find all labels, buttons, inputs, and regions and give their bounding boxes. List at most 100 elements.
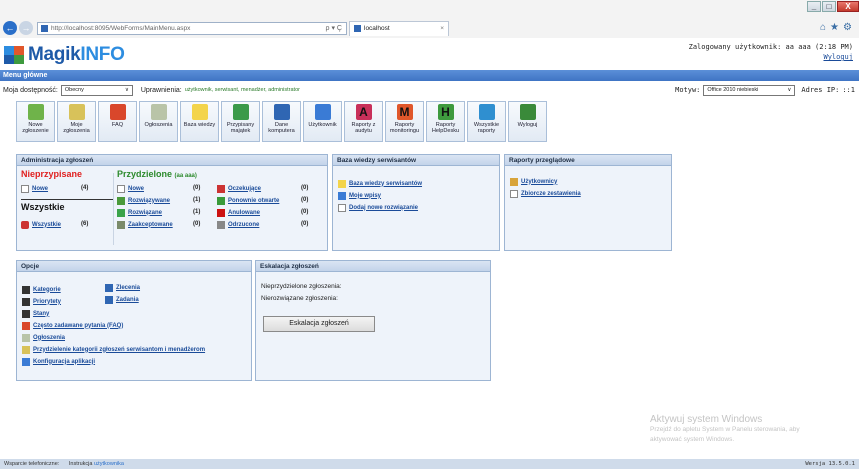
options-link[interactable]: Ogłoszenia <box>33 335 65 341</box>
options-link[interactable]: Kategorie <box>33 287 61 293</box>
toolbar-button-user[interactable]: Użytkownik <box>303 101 342 142</box>
escalation-button[interactable]: Eskalacja zgłoszeń <box>263 316 375 332</box>
summary-icon <box>510 189 518 198</box>
announcements-icon <box>22 333 30 342</box>
admin-row: Rozwiązywane <box>117 196 170 205</box>
options-link[interactable]: Zlecenia <box>116 285 140 291</box>
toolbar-button-logout[interactable]: Wyloguj <box>508 101 547 142</box>
resolved-icon <box>117 208 125 217</box>
toolbar-button-announcements[interactable]: Ogłoszenia <box>139 101 178 142</box>
toolbar-button-label: Przypisany majątek <box>226 122 255 134</box>
logout-link[interactable]: Wyloguj <box>823 53 853 61</box>
toolbar-button-label: Wyloguj <box>517 122 538 128</box>
in-progress-icon <box>117 196 125 205</box>
column-separator <box>113 173 114 245</box>
admin-count: (0) <box>301 197 309 203</box>
maximize-button[interactable]: □ <box>822 1 836 12</box>
browser-navbar: ← → http://localhost:8095/WebForms/MainM… <box>0 20 859 36</box>
admin-panel-title: Administracja zgłoszeń <box>17 155 327 166</box>
options-link[interactable]: Zadania <box>116 297 139 303</box>
version-label: Wersja 13.5.0.1 <box>805 461 855 467</box>
manual-link[interactable]: użytkownika <box>94 461 124 467</box>
admin-count: (0) <box>301 221 309 227</box>
options-item: Kategorie <box>22 285 61 294</box>
toolbar-button-new-ticket[interactable]: Nowe zgłoszenie <box>16 101 55 142</box>
toolbar-button-lifebuoy[interactable]: FAQ <box>98 101 137 142</box>
admin-link-in-progress[interactable]: Rozwiązywane <box>128 198 170 204</box>
my-tickets-icon <box>68 104 85 120</box>
tab-close-icon[interactable]: × <box>440 25 444 32</box>
tab-favicon-icon <box>354 25 361 32</box>
home-star-gear-icons[interactable]: ⌂★⚙ <box>820 22 856 33</box>
address-bar[interactable]: http://localhost:8095/WebForms/MainMenu.… <box>37 21 347 35</box>
reports-link[interactable]: Zbiorcze zestawienia <box>521 191 581 197</box>
toolbar-button-all-reports[interactable]: Wszystkie raporty <box>467 101 506 142</box>
admin-link-cancelled[interactable]: Anulowane <box>228 210 260 216</box>
availability-select[interactable]: Obecny ∨ <box>60 84 133 96</box>
admin-link-pending[interactable]: Oczekujące <box>228 186 261 192</box>
options-link[interactable]: Priorytety <box>33 299 61 305</box>
knowledge-item: Moje wpisy <box>338 191 381 200</box>
admin-row: Zaakceptowane <box>117 220 173 229</box>
all-tickets-link[interactable]: Wszystkie <box>32 222 61 228</box>
toolbar-button-computer[interactable]: Dane komputera <box>262 101 301 142</box>
knowledge-link[interactable]: Dodaj nowe rozwiązanie <box>349 205 418 211</box>
toolbar-button-lightbulb[interactable]: Baza wiedzy <box>180 101 219 142</box>
toolbar-button-my-tickets[interactable]: Moje zgłoszenia <box>57 101 96 142</box>
options-link[interactable]: Konfiguracja aplikacji <box>33 359 95 365</box>
minimize-button[interactable]: _ <box>807 1 821 12</box>
admin-count: (1) <box>193 197 201 203</box>
toolbar-button-label: Baza wiedzy <box>183 122 216 128</box>
filter-bar-right: Motyw: Office 2010 niebieski ∨ Adres IP: … <box>675 83 855 97</box>
back-button[interactable]: ← <box>3 21 17 35</box>
options-link[interactable]: Często zadawane pytania (FAQ) <box>33 323 123 329</box>
escalation-panel-title: Eskalacja zgłoszeń <box>256 261 490 272</box>
all-reports-icon <box>478 104 495 120</box>
toolbar-button-report-a[interactable]: A Raporty z audytu <box>344 101 383 142</box>
toolbar-button-label: Wszystkie raporty <box>473 122 500 134</box>
admin-link-reopened[interactable]: Ponownie otwarte <box>228 198 279 204</box>
browser-tab[interactable]: localhost × <box>349 20 449 36</box>
options-panel: Opcje Kategorie Priorytety Stany Często zad… <box>16 260 252 381</box>
windows-activation-watermark: Aktywuj system Windows Przejdź do apletu… <box>650 414 800 444</box>
tasks-icon <box>105 295 113 304</box>
admin-link-new[interactable]: Nowe <box>128 186 144 192</box>
knowledge-item: Dodaj nowe rozwiązanie <box>338 203 418 212</box>
filter-bar: Moja dostępność: Obecny ∨ Uprawnienia: uż… <box>0 83 859 97</box>
logout-icon <box>519 104 536 120</box>
forward-button[interactable]: → <box>19 21 33 35</box>
address-search-refresh-icon[interactable]: ρ ▾ Ç <box>326 24 342 32</box>
toolbar-button-report-m[interactable]: M Raporty monitoringu <box>385 101 424 142</box>
knowledge-link[interactable]: Baza wiedzy serwisantów <box>349 181 422 187</box>
options-link[interactable]: Przydzielenie kategorii zgłoszeń serwisa… <box>33 347 205 353</box>
options-item: Ogłoszenia <box>22 333 65 342</box>
admin-row: Rozwiązane <box>117 208 162 217</box>
unassigned-new-link[interactable]: Nowe <box>32 186 48 192</box>
admin-link-resolved[interactable]: Rozwiązane <box>128 210 162 216</box>
admin-link-rejected[interactable]: Odrzucone <box>228 222 259 228</box>
toolbar-button-label: Dane komputera <box>268 122 295 134</box>
cancelled-icon <box>217 208 225 217</box>
admin-link-accepted[interactable]: Zaakceptowane <box>128 222 173 228</box>
toolbar-button-report-h[interactable]: H Raporty HelpDesku <box>426 101 465 142</box>
options-item: Stany <box>22 309 49 318</box>
theme-select[interactable]: Office 2010 niebieski ∨ <box>703 84 796 96</box>
login-info: Zalogowany użytkownik: aa aaa (2:18 PM) … <box>689 42 853 62</box>
admin-count: (0) <box>193 221 201 227</box>
reports-link[interactable]: Użytkownicy <box>521 179 557 185</box>
window-controls: _ □ X <box>806 1 859 12</box>
reports-panel-title: Raporty przeglądowe <box>505 155 671 166</box>
app-logo: MagikINFO <box>4 44 125 66</box>
new-entry-icon <box>338 203 346 212</box>
logo-mark-icon <box>4 46 24 64</box>
orders-icon <box>105 283 113 292</box>
close-window-button[interactable]: X <box>837 1 859 12</box>
ip-label: Adres IP: <box>801 86 840 94</box>
toolbar-button-assets[interactable]: Przypisany majątek <box>221 101 260 142</box>
options-link[interactable]: Stany <box>33 311 49 317</box>
config-icon <box>22 357 30 366</box>
admin-row: Anulowane <box>217 208 260 217</box>
knowledge-link[interactable]: Moje wpisy <box>349 193 381 199</box>
new-icon <box>117 184 125 193</box>
phone-support-label: Wsparcie telefoniczne: <box>4 461 60 467</box>
